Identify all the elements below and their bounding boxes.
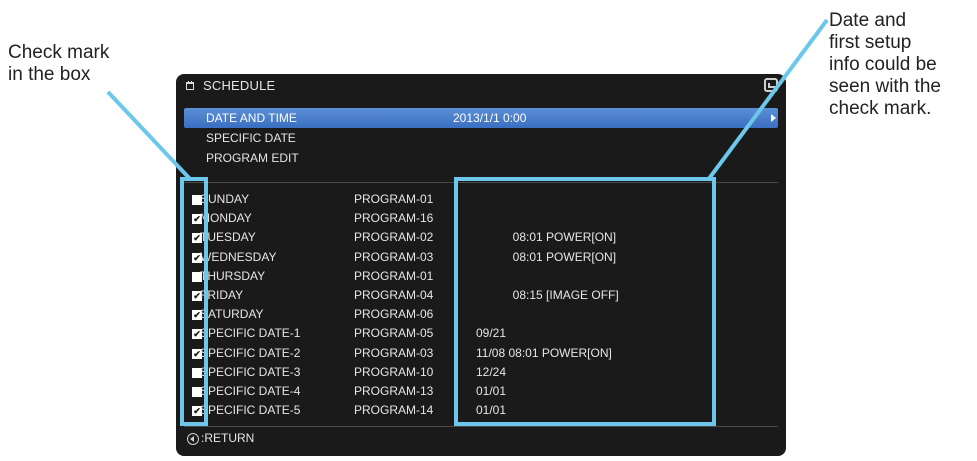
schedule-program: PROGRAM-06: [354, 307, 434, 322]
schedule-program: PROGRAM-03: [354, 345, 434, 360]
chevron-right-icon: [771, 114, 776, 122]
schedule-day-label: TUESDAY: [200, 230, 256, 245]
menu-item-specific-date[interactable]: SPECIFIC DATE: [176, 128, 786, 148]
date-time-value: 2013/1/1 0:00: [453, 111, 527, 125]
screen-title: SCHEDULE: [203, 78, 276, 93]
menu-item-label: SPECIFIC DATE: [206, 131, 296, 145]
schedule-day-label: SPECIFIC DATE-3: [200, 364, 301, 379]
schedule-program: PROGRAM-04: [354, 287, 434, 302]
callout-left-text: Check mark in the box: [8, 42, 110, 85]
callout-right-text: Date and first setup info could be seen …: [829, 10, 941, 119]
title-bar: SCHEDULE: [176, 74, 786, 98]
schedule-program: PROGRAM-05: [354, 326, 434, 341]
menu-item-label: DATE AND TIME: [206, 111, 297, 125]
schedule-menu: DATE AND TIME 2013/1/1 0:00 SPECIFIC DAT…: [176, 108, 786, 168]
return-label[interactable]: :RETURN: [201, 431, 254, 445]
menu-item-program-edit[interactable]: PROGRAM EDIT: [176, 148, 786, 168]
schedule-program: PROGRAM-10: [354, 364, 434, 379]
schedule-program: PROGRAM-01: [354, 192, 434, 206]
checkbox-highlight-box: [180, 177, 208, 426]
schedule-day-label: SATURDAY: [200, 307, 264, 322]
schedule-program: PROGRAM-13: [354, 383, 434, 398]
menu-item-label: PROGRAM EDIT: [206, 151, 299, 165]
return-icon[interactable]: [187, 433, 199, 445]
footer-divider: [184, 426, 778, 427]
schedule-day-label: THURSDAY: [200, 268, 266, 283]
schedule-program: PROGRAM-02: [354, 230, 434, 245]
enter-icon[interactable]: [764, 78, 778, 92]
schedule-program: PROGRAM-16: [354, 211, 434, 226]
schedule-day-label: WEDNESDAY: [200, 249, 277, 264]
menu-item-date-and-time[interactable]: DATE AND TIME 2013/1/1 0:00: [184, 108, 778, 128]
schedule-day-label: SPECIFIC DATE-4: [200, 383, 301, 398]
schedule-day-label: SPECIFIC DATE-2: [200, 345, 301, 360]
schedule-program: PROGRAM-03: [354, 249, 434, 264]
schedule-day-label: SPECIFIC DATE-5: [200, 403, 301, 418]
schedule-icon: [186, 81, 194, 90]
schedule-day-label: SPECIFIC DATE-1: [200, 326, 301, 341]
schedule-program: PROGRAM-01: [354, 268, 434, 283]
info-highlight-box: [454, 177, 716, 426]
schedule-program: PROGRAM-14: [354, 403, 434, 418]
